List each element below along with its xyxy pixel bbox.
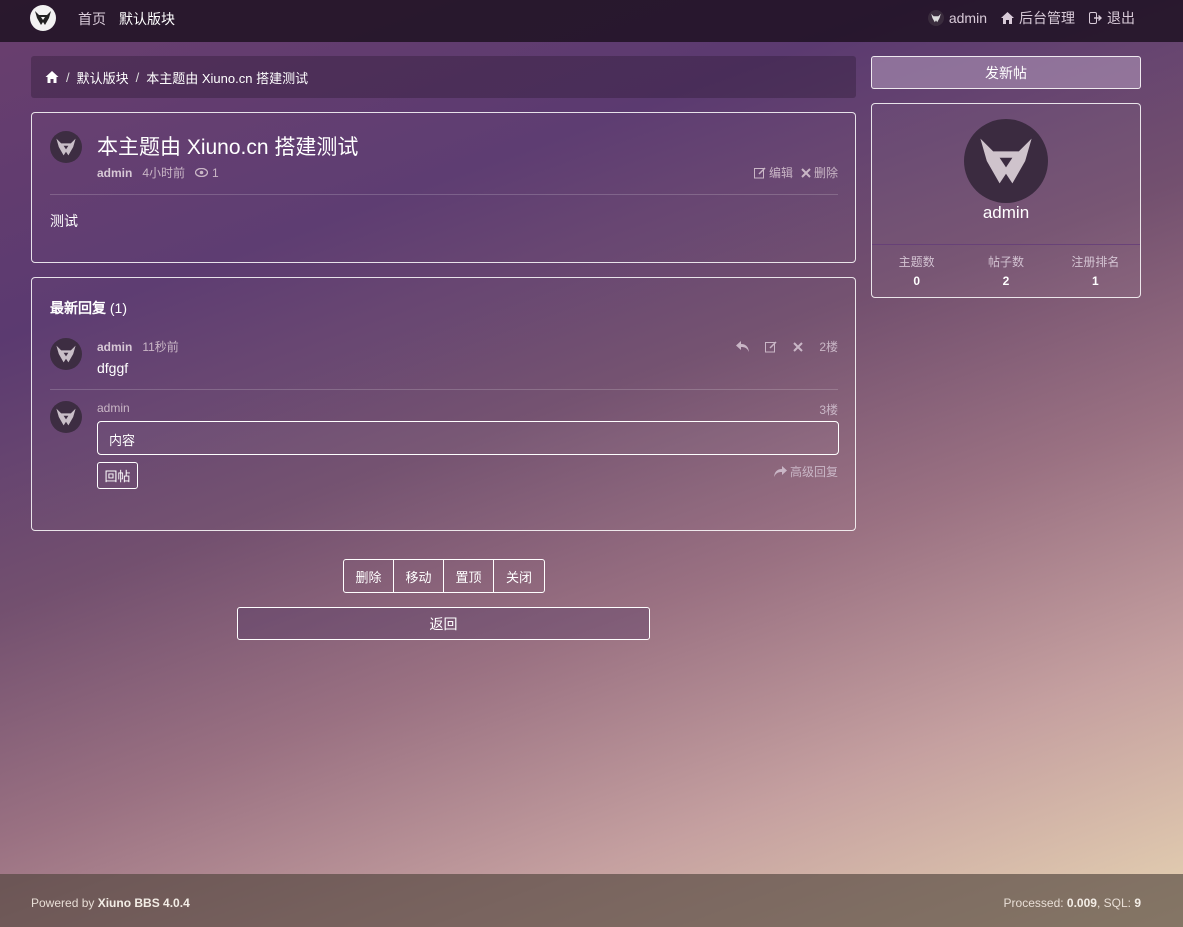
footer-sql-label: , SQL: bbox=[1096, 896, 1131, 910]
footer-powered-prefix: Powered by bbox=[31, 896, 95, 910]
edit-thread-button[interactable]: 编辑 bbox=[753, 164, 793, 181]
thread-views: 1 bbox=[212, 165, 219, 180]
share-icon bbox=[773, 466, 787, 477]
home-icon bbox=[1001, 12, 1014, 24]
stat-posts: 帖子数 2 bbox=[961, 253, 1050, 288]
replies-card: 最新回复 (1) admin 11秒前 2楼 dfggf admin 3楼 内容… bbox=[31, 277, 856, 531]
footer-sql-value: 9 bbox=[1134, 896, 1141, 910]
logout-icon bbox=[1089, 12, 1102, 24]
thread-title: 本主题由 Xiuno.cn 搭建测试 bbox=[97, 136, 359, 159]
profile-stats: 主题数 0 帖子数 2 注册排名 1 bbox=[872, 253, 1140, 288]
stat-label: 注册排名 bbox=[1071, 255, 1120, 269]
close-icon[interactable] bbox=[793, 341, 804, 352]
mod-delete-button[interactable]: 删除 bbox=[344, 560, 394, 592]
reply-author-avatar[interactable] bbox=[50, 338, 82, 370]
moderation-button-group: 删除 移动 置顶 关闭 bbox=[343, 559, 545, 593]
edit-label: 编辑 bbox=[768, 166, 793, 180]
nav-admin-link[interactable]: 后台管理 bbox=[1001, 8, 1075, 28]
nav-logout-label: 退出 bbox=[1107, 10, 1135, 26]
advanced-reply-label: 高级回复 bbox=[789, 465, 838, 479]
submit-reply-button[interactable]: 回帖 bbox=[97, 462, 138, 489]
back-button[interactable]: 返回 bbox=[237, 607, 650, 640]
thread-card: 本主题由 Xiuno.cn 搭建测试 admin 4小时前 1 编辑 删除 测试 bbox=[31, 112, 856, 263]
breadcrumb-thread-link[interactable]: 本主题由 Xiuno.cn 搭建测试 bbox=[146, 68, 308, 87]
profile-username: admin bbox=[982, 203, 1030, 222]
advanced-reply-link[interactable]: 高级回复 bbox=[773, 463, 838, 480]
nav-user-label: admin bbox=[948, 10, 987, 26]
breadcrumb: / 默认版块 / 本主题由 Xiuno.cn 搭建测试 bbox=[31, 56, 856, 98]
home-icon[interactable] bbox=[45, 71, 59, 83]
divider bbox=[50, 389, 838, 390]
breadcrumb-separator: / bbox=[66, 69, 70, 85]
footer-powered-link[interactable]: Xiuno BBS 4.0.4 bbox=[98, 896, 190, 910]
logo-icon[interactable] bbox=[30, 5, 56, 31]
nav-admin-label: 后台管理 bbox=[1019, 10, 1075, 26]
mod-close-button[interactable]: 关闭 bbox=[494, 560, 544, 592]
new-reply-floor: 3楼 bbox=[819, 403, 838, 417]
divider bbox=[872, 244, 1140, 245]
breadcrumb-separator: / bbox=[135, 69, 140, 85]
current-user-avatar[interactable] bbox=[50, 401, 82, 433]
stat-value: 0 bbox=[913, 274, 920, 288]
stat-label: 主题数 bbox=[898, 255, 935, 269]
thread-body: 测试 bbox=[50, 213, 78, 229]
reply-content: dfggf bbox=[97, 360, 129, 376]
thread-author[interactable]: admin bbox=[97, 166, 132, 180]
nav-home-link[interactable]: 首页 bbox=[78, 9, 106, 29]
reply-time: 11秒前 bbox=[142, 340, 179, 354]
nav-logout-link[interactable]: 退出 bbox=[1089, 8, 1135, 28]
new-thread-button[interactable]: 发新帖 bbox=[871, 56, 1141, 89]
footer-stats: Processed: 0.009, SQL: 9 bbox=[1004, 896, 1141, 910]
eye-icon bbox=[195, 168, 209, 177]
replies-heading: 最新回复 (1) bbox=[50, 298, 127, 318]
divider bbox=[50, 194, 838, 195]
breadcrumb-forum-link[interactable]: 默认版块 bbox=[77, 68, 129, 87]
delete-label: 删除 bbox=[813, 166, 838, 180]
mod-move-button[interactable]: 移动 bbox=[394, 560, 444, 592]
stat-label: 帖子数 bbox=[987, 255, 1024, 269]
user-avatar-icon bbox=[927, 10, 944, 26]
thread-time: 4小时前 bbox=[142, 166, 186, 180]
current-user-name: admin bbox=[97, 401, 130, 415]
stat-rank: 注册排名 1 bbox=[1051, 253, 1140, 288]
mod-sticky-button[interactable]: 置顶 bbox=[444, 560, 494, 592]
nav-forum-link[interactable]: 默认版块 bbox=[119, 9, 175, 29]
reply-meta: admin 11秒前 bbox=[97, 338, 179, 355]
footer: Powered by Xiuno BBS 4.0.4 Processed: 0.… bbox=[0, 874, 1183, 927]
close-icon bbox=[801, 167, 811, 178]
profile-avatar[interactable] bbox=[964, 119, 1048, 203]
author-avatar[interactable] bbox=[50, 131, 82, 163]
reply-author[interactable]: admin bbox=[97, 340, 132, 354]
replies-heading-label: 最新回复 bbox=[50, 300, 106, 316]
footer-processed-label: Processed: bbox=[1003, 896, 1064, 910]
delete-thread-button[interactable]: 删除 bbox=[801, 164, 838, 181]
reply-icon[interactable] bbox=[736, 341, 750, 352]
edit-icon[interactable] bbox=[765, 340, 777, 353]
stat-value: 1 bbox=[1091, 274, 1099, 288]
stat-threads: 主题数 0 bbox=[872, 253, 961, 288]
user-profile-card: admin 主题数 0 帖子数 2 注册排名 1 bbox=[871, 103, 1141, 298]
edit-icon bbox=[753, 166, 766, 179]
stat-value: 2 bbox=[1002, 274, 1010, 288]
nav-user-link[interactable]: admin bbox=[927, 10, 987, 26]
reply-floor: 2楼 bbox=[819, 340, 838, 354]
footer-powered: Powered by Xiuno BBS 4.0.4 bbox=[31, 896, 190, 910]
top-navbar: 首页 默认版块 admin 后台管理 退出 bbox=[0, 0, 1183, 42]
footer-processed-value: 0.009 bbox=[1066, 896, 1097, 910]
reply-textarea[interactable]: 内容 bbox=[97, 421, 839, 455]
replies-count: (1) bbox=[109, 300, 128, 316]
